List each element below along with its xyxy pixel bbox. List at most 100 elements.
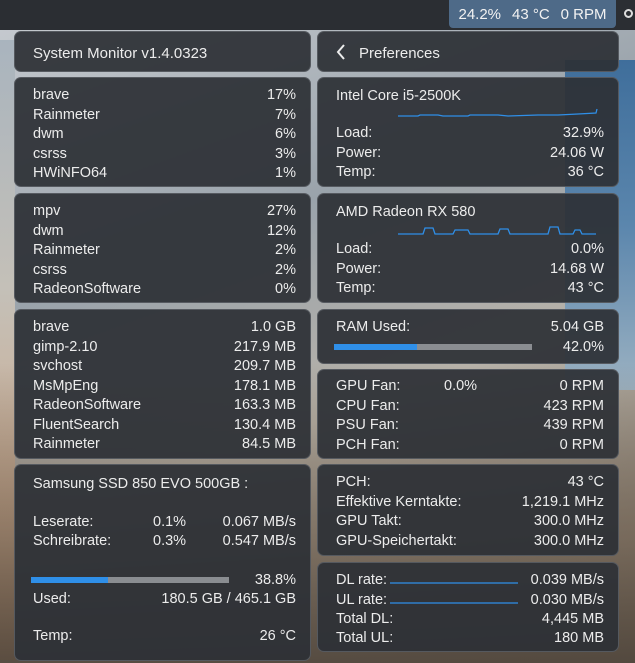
process-row: Rainmeter 2%: [33, 240, 296, 260]
tray-circle-icon[interactable]: [624, 9, 633, 18]
process-value: 7%: [275, 106, 296, 123]
sensor-value: 300.0 MHz: [533, 532, 604, 549]
sensor-row: GPU Takt: 300.0 MHz: [336, 511, 604, 531]
cpu-name: Intel Core i5-2500K: [336, 88, 461, 104]
process-value: 209.7 MB: [233, 358, 296, 374]
disk-used-label: Used:: [33, 591, 71, 607]
process-name: RadeonSoftware: [33, 397, 142, 413]
gpu-panel: AMD Radeon RX 580 Load: 0.0% Power: 14.6…: [317, 193, 619, 303]
total-dl-value: 4,445 MB: [541, 611, 604, 627]
sensor-value: 300.0 MHz: [533, 513, 604, 529]
process-name: Rainmeter: [33, 436, 100, 452]
process-row: MsMpEng 178.1 MB: [33, 376, 296, 396]
disk-temp-label: Temp:: [33, 628, 73, 644]
process-value: 6%: [275, 126, 296, 142]
process-value: 2%: [275, 261, 296, 278]
cpu-temp-value: 36 °C: [567, 164, 604, 180]
sensor-label: GPU Takt:: [336, 513, 402, 529]
disk-read-label: Leserate:: [33, 514, 94, 530]
preferences-label: Preferences: [359, 44, 440, 62]
process-row: gimp-2.10 217.9 MB: [33, 337, 296, 357]
sensor-value: 1,219.1 MHz: [521, 493, 604, 510]
process-row: RadeonSoftware 163.3 MB: [33, 395, 296, 415]
gpu-temp-value: 43 °C: [567, 280, 604, 296]
cpu-power-value: 24.06 W: [550, 145, 604, 161]
ram-percent: 42.0%: [562, 339, 604, 355]
disk-write-rate: 0.547 MB/s: [222, 533, 296, 549]
process-name: FluentSearch: [33, 416, 120, 433]
disk-name: Samsung SSD 850 EVO 500GB :: [33, 476, 249, 492]
gpu-temp-label: Temp:: [336, 280, 376, 296]
process-row: csrss 2%: [33, 260, 296, 280]
fan-label: PSU Fan:: [336, 417, 399, 433]
process-row: brave 1.0 GB: [33, 317, 296, 337]
process-name: gimp-2.10: [33, 338, 98, 355]
fans-panel: GPU Fan: 0.0% 0 RPM CPU Fan: 423 RPM PSU Fan:…: [317, 369, 619, 459]
fan-speed: 0 RPM: [559, 436, 604, 453]
cpu-panel: Intel Core i5-2500K Load: 32.9% Power: 2…: [317, 77, 619, 187]
chevron-left-icon[interactable]: [335, 43, 347, 65]
ul-rate-label: UL rate:: [336, 592, 388, 608]
disk-used-value: 180.5 GB / 465.1 GB: [161, 591, 296, 607]
process-value: 27%: [266, 203, 296, 219]
gpu-name: AMD Radeon RX 580: [336, 204, 476, 220]
total-ul-value: 180 MB: [554, 630, 604, 646]
dl-rate-graph: [390, 582, 518, 584]
gpu-power-value: 14.68 W: [550, 261, 604, 277]
sensor-row: PCH: 43 °C: [336, 472, 604, 492]
disk-usage-percent: 38.8%: [254, 572, 296, 588]
process-row: brave 17%: [33, 85, 296, 105]
gpu-process-panel: mpv 27% dwm 12% Rainmeter 2% csrss 2% RadeonSoft…: [14, 193, 311, 303]
preferences-panel[interactable]: Preferences: [317, 31, 619, 72]
process-row: RadeonSoftware 0%: [33, 279, 296, 299]
ram-used-value: 5.04 GB: [550, 319, 604, 335]
process-value: 163.3 MB: [233, 397, 296, 413]
tray-fan: 0 RPM: [560, 5, 607, 23]
sensor-row: GPU-Speichertakt: 300.0 MHz: [336, 531, 604, 551]
ram-used-label: RAM Used:: [336, 319, 411, 335]
process-row: mpv 27%: [33, 201, 296, 221]
process-name: dwm: [33, 126, 64, 142]
process-row: Rainmeter 84.5 MB: [33, 434, 296, 454]
fan-row: CPU Fan: 423 RPM: [336, 396, 604, 416]
disk-write-percent: 0.3%: [153, 533, 187, 549]
fan-row: GPU Fan: 0.0% 0 RPM: [336, 376, 604, 396]
process-name: svchost: [33, 358, 83, 374]
process-name: csrss: [33, 261, 67, 278]
sensor-row: Effektive Kerntakte: 1,219.1 MHz: [336, 492, 604, 512]
ul-rate-value: 0.030 MB/s: [530, 592, 604, 608]
dl-rate-value: 0.039 MB/s: [530, 572, 604, 588]
process-name: HWiNFO64: [33, 165, 108, 181]
sensor-label: GPU-Speichertakt:: [336, 532, 457, 549]
fan-percent: 0.0%: [444, 378, 478, 394]
cpu-load-label: Load:: [336, 125, 373, 141]
tray-cpu-load: 24.2%: [458, 5, 502, 23]
app-title: System Monitor v1.4.0323: [33, 44, 208, 62]
tray-temp: 43 °C: [512, 5, 550, 23]
fan-label: CPU Fan:: [336, 397, 400, 414]
process-row: HWiNFO64 1%: [33, 163, 296, 183]
gpu-load-label: Load:: [336, 241, 373, 257]
gpu-load-graph: [398, 226, 596, 235]
process-name: RadeonSoftware: [33, 281, 142, 297]
process-value: 0%: [275, 281, 296, 297]
process-row: svchost 209.7 MB: [33, 356, 296, 376]
disk-read-percent: 0.1%: [153, 514, 187, 530]
tray-readout[interactable]: 24.2% 43 °C 0 RPM: [449, 0, 616, 28]
fan-row: PSU Fan: 439 RPM: [336, 415, 604, 435]
fan-speed: 0 RPM: [559, 378, 604, 394]
process-name: brave: [33, 87, 70, 103]
disk-temp-value: 26 °C: [259, 628, 296, 644]
disk-write-label: Schreibrate:: [33, 533, 112, 549]
disk-read-rate: 0.067 MB/s: [222, 514, 296, 530]
cpu-load-graph: [398, 108, 598, 117]
sensor-label: PCH:: [336, 474, 371, 490]
process-value: 217.9 MB: [233, 338, 296, 355]
sensors-panel: PCH: 43 °C Effektive Kerntakte: 1,219.1 MHz…: [317, 464, 619, 556]
ul-rate-graph: [390, 602, 518, 604]
dl-rate-label: DL rate:: [336, 572, 388, 588]
process-name: dwm: [33, 222, 64, 239]
process-row: FluentSearch 130.4 MB: [33, 415, 296, 435]
sensor-label: Effektive Kerntakte:: [336, 493, 462, 510]
cpu-load-value: 32.9%: [562, 125, 604, 141]
